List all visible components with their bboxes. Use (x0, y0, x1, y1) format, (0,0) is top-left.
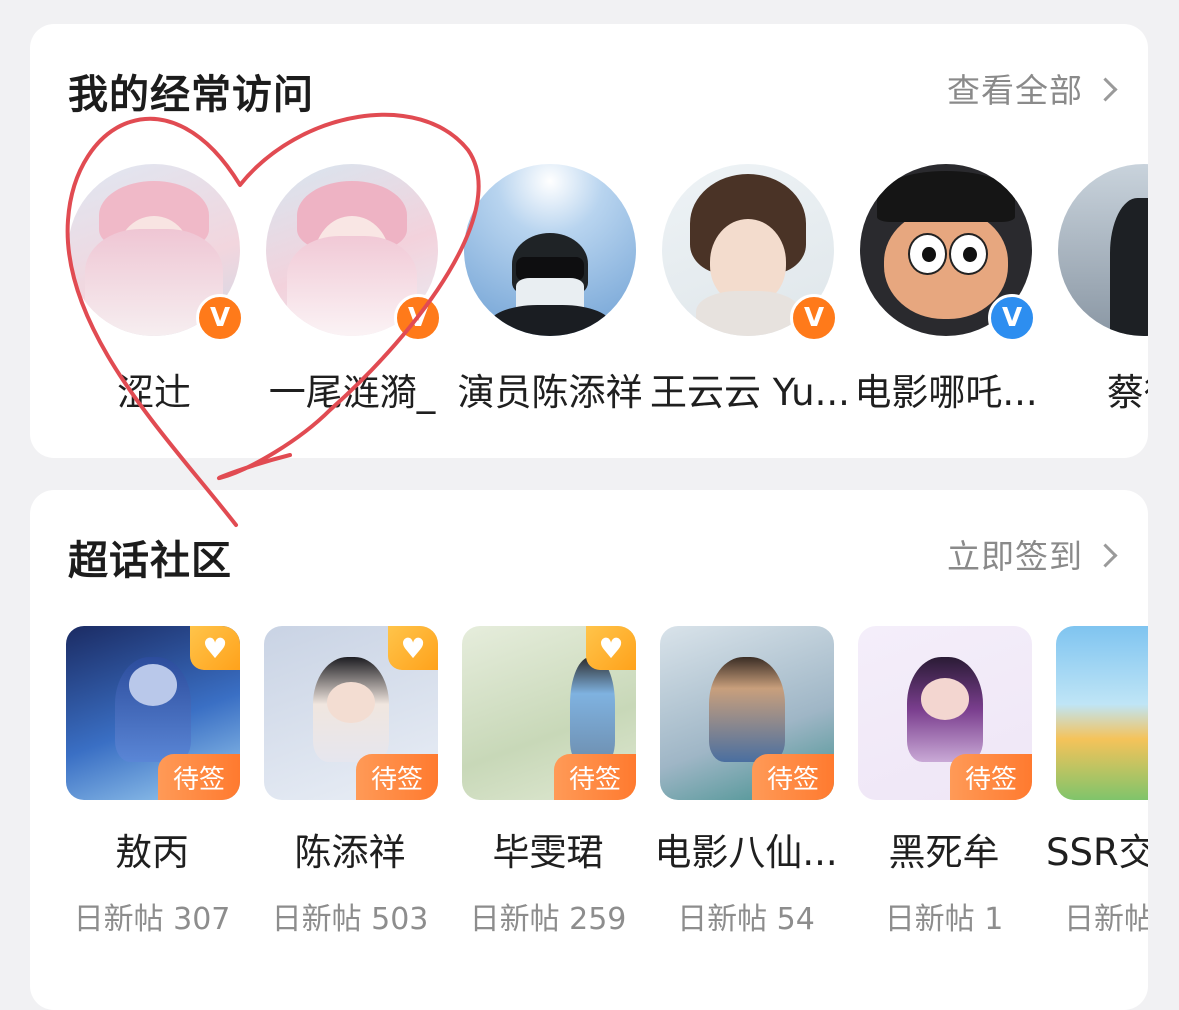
frequent-item-name: 蔡徐 (1107, 371, 1148, 414)
supertopic-item-name: 黑死牟 (888, 831, 1000, 874)
frequent-item-name: 演员陈添祥 (457, 371, 643, 414)
frequent-item-name: 涩辻 (117, 371, 191, 414)
heart-icon: ♥ (388, 626, 438, 670)
heart-icon: ♥ (190, 626, 240, 670)
cover-baxian-icon: 待签 (660, 626, 834, 800)
supertopic-item-name: 陈添祥 (294, 831, 406, 874)
supertopic-item-stat: 日新帖 307 (73, 902, 231, 937)
supertopic-item-stat: 日新帖 503 (271, 902, 429, 937)
frequent-item-name: 电影哪吒... (854, 371, 1038, 414)
supertopic-item-name: 敖丙 (115, 831, 189, 874)
cover-ssr-icon (1056, 626, 1148, 800)
supertopic-item-name: 毕雯珺 (492, 831, 604, 874)
supertopic-item-name: SSR交 (1046, 831, 1148, 874)
sign-status-badge: 待签 (356, 754, 438, 800)
avatar-masked-man-icon (464, 164, 636, 336)
sign-status-badge: 待签 (752, 754, 834, 800)
verified-badge-icon: V (790, 294, 838, 342)
supertopic-item-stat: 日新帖 54 (677, 902, 815, 937)
verified-badge-icon: V (394, 294, 442, 342)
frequent-item-name: 一尾涟漪_ (268, 371, 436, 414)
supertopic-card: 超话社区 立即签到 ♥ 待签 敖丙 日新帖 307 ♥ 待签 陈添祥 日新帖 5… (30, 490, 1148, 1010)
supertopic-item-stat: 日新帖 (1064, 902, 1148, 937)
heart-icon: ♥ (586, 626, 636, 670)
supertopic-item-stat: 日新帖 1 (884, 902, 1004, 937)
cover-bi-icon: ♥ 待签 (462, 626, 636, 800)
supertopic-item-stat: 日新帖 259 (469, 902, 627, 937)
supertopic-item-name: 电影八仙... (654, 831, 838, 874)
frequent-item-name: 王云云 Yu... (650, 371, 846, 414)
sign-status-badge: 待签 (950, 754, 1032, 800)
cover-aobing-icon: ♥ 待签 (66, 626, 240, 800)
sign-status-badge: 待签 (158, 754, 240, 800)
frequent-visits-card: 我的经常访问 查看全部 V 涩辻 V 一尾涟漪_ 演员陈添祥 V 王云云 Yu.… (30, 24, 1148, 458)
verified-badge-icon: V (988, 294, 1036, 342)
cover-chen-icon: ♥ 待签 (264, 626, 438, 800)
avatar-person-dark-icon (1058, 164, 1148, 336)
verified-badge-icon: V (196, 294, 244, 342)
sign-status-badge: 待签 (554, 754, 636, 800)
cover-heisimou-icon: 待签 (858, 626, 1032, 800)
